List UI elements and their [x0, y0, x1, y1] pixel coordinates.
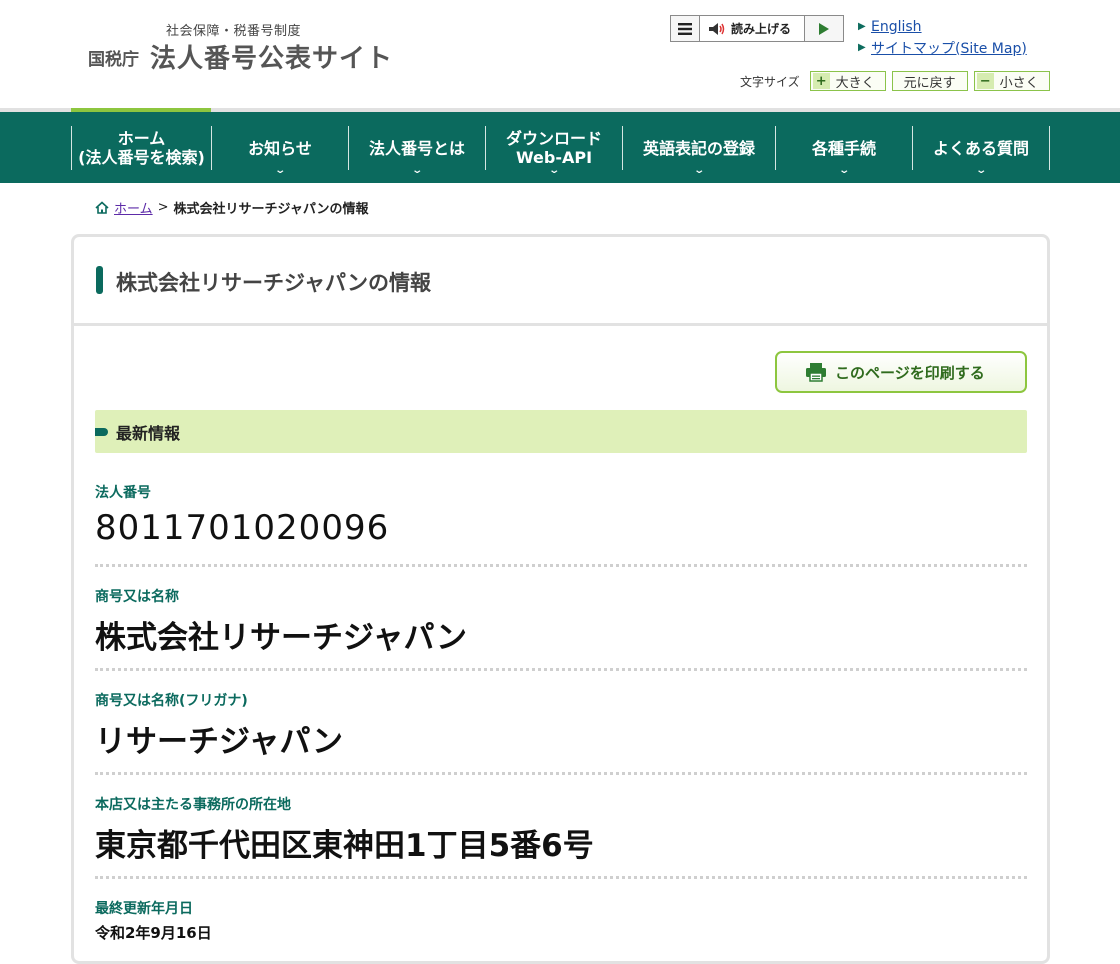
page-title: 株式会社リサーチジャパンの情報	[116, 271, 431, 295]
breadcrumb-separator: >	[157, 200, 169, 215]
updated-value: 令和2年9月16日	[95, 924, 212, 942]
plus-icon: +	[812, 73, 830, 89]
nav-item-home[interactable]: ホーム (法人番号を検索)	[72, 126, 211, 170]
play-icon	[819, 22, 829, 35]
chevron-right-icon: ▶	[858, 42, 866, 53]
field-corp-number: 法人番号 8011701020096	[95, 482, 1027, 548]
english-link-item: ▶ English	[858, 16, 1027, 37]
logo-subtitle: 社会保障・税番号制度	[166, 24, 302, 39]
print-label: このページを印刷する	[835, 363, 985, 382]
font-smaller-button[interactable]: − 小さく	[973, 71, 1050, 91]
hamburger-icon	[678, 22, 692, 35]
chevron-right-icon: ▶	[858, 21, 866, 32]
nav-label: 英語表記の登録	[642, 138, 755, 158]
nav-label: 法人番号とは	[368, 138, 465, 158]
section-heading-latest: 最新情報	[95, 410, 1027, 453]
section-marker	[95, 427, 108, 436]
nav-item-news[interactable]: お知らせ ⌄	[212, 126, 348, 177]
title-accent-bar	[96, 266, 103, 294]
field-address: 本店又は主たる事務所の所在地 東京都千代田区東神田1丁目5番6号	[95, 794, 1027, 865]
field-label: 商号又は名称(フリガナ)	[95, 693, 248, 709]
font-smaller-label: 小さく	[999, 75, 1039, 91]
site-header: 社会保障・税番号制度 国税庁 法人番号公表サイト 読み上げる ▶ English…	[0, 0, 1120, 108]
nav-label: ダウンロード Web-API	[505, 129, 602, 167]
reader-menu-button[interactable]	[671, 16, 700, 41]
corp-number-value: 8011701020096	[95, 508, 390, 548]
chevron-down-icon: ⌄	[838, 165, 850, 176]
text-reader-toolbar: 読み上げる	[670, 15, 844, 42]
nav-label: よくある質問	[932, 138, 1029, 158]
font-reset-button[interactable]: 元に戻す	[891, 71, 968, 91]
breadcrumb: ホーム > 株式会社リサーチジャパンの情報	[95, 198, 369, 217]
field-label: 商号又は名称	[95, 589, 179, 605]
breadcrumb-home-link[interactable]: ホーム	[114, 198, 153, 217]
logo-agency[interactable]: 国税庁	[88, 45, 139, 70]
dotted-divider	[95, 668, 1027, 671]
sitemap-link[interactable]: サイトマップ(Site Map)	[871, 38, 1027, 58]
chevron-down-icon: ⌄	[975, 165, 987, 176]
speaker-icon	[709, 22, 725, 35]
nav-label: ホーム (法人番号を検索)	[78, 129, 205, 167]
nav-item-download[interactable]: ダウンロード Web-API ⌄	[486, 126, 622, 176]
nav-label: 各種手続	[811, 138, 876, 158]
read-aloud-label: 読み上げる	[731, 22, 792, 36]
nav-label: お知らせ	[248, 138, 312, 158]
nav-item-english-registration[interactable]: 英語表記の登録 ⌄	[623, 126, 775, 177]
chevron-down-icon: ⌄	[548, 165, 560, 176]
address-value: 東京都千代田区東神田1丁目5番6号	[95, 828, 594, 864]
print-page-button[interactable]: このページを印刷する	[775, 351, 1027, 393]
sitemap-link-item: ▶ サイトマップ(Site Map)	[858, 37, 1027, 58]
read-aloud-button[interactable]: 読み上げる	[700, 16, 805, 41]
field-furigana: 商号又は名称(フリガナ) リサーチジャパン	[95, 690, 1027, 761]
top-links: ▶ English ▶ サイトマップ(Site Map)	[858, 16, 1027, 58]
font-larger-button[interactable]: + 大きく	[809, 71, 886, 91]
breadcrumb-current: 株式会社リサーチジャパンの情報	[173, 202, 369, 217]
site-logo[interactable]: 法人番号公表サイト	[150, 38, 393, 75]
printer-icon	[806, 363, 826, 382]
field-label: 最終更新年月日	[95, 901, 193, 917]
chevron-down-icon: ⌄	[411, 165, 423, 176]
font-size-controls: 文字サイズ + 大きく 元に戻す − 小さく	[740, 71, 1056, 91]
font-reset-label: 元に戻す	[903, 75, 956, 91]
english-link[interactable]: English	[871, 19, 922, 35]
nav-item-about[interactable]: 法人番号とは ⌄	[349, 126, 485, 177]
chevron-down-icon: ⌄	[693, 165, 705, 176]
nav-separator	[1049, 126, 1050, 170]
nav-item-procedures[interactable]: 各種手続 ⌄	[776, 126, 912, 177]
furigana-value: リサーチジャパン	[95, 724, 343, 760]
global-nav: ホーム (法人番号を検索) お知らせ ⌄ 法人番号とは ⌄ ダウンロード Web…	[0, 112, 1120, 183]
home-icon	[95, 201, 109, 214]
dotted-divider	[95, 564, 1027, 567]
font-larger-label: 大きく	[835, 75, 875, 91]
play-button[interactable]	[805, 16, 843, 41]
section-title: 最新情報	[116, 423, 181, 443]
nav-item-faq[interactable]: よくある質問 ⌄	[913, 126, 1049, 177]
dotted-divider	[95, 772, 1027, 775]
field-label: 本店又は主たる事務所の所在地	[95, 797, 291, 813]
dotted-divider	[95, 876, 1027, 879]
name-value: 株式会社リサーチジャパン	[95, 620, 467, 656]
field-name: 商号又は名称 株式会社リサーチジャパン	[95, 586, 1027, 657]
font-size-label: 文字サイズ	[740, 74, 800, 89]
minus-icon: −	[976, 73, 994, 89]
field-updated: 最終更新年月日 令和2年9月16日	[95, 898, 1027, 943]
page-title-area: 株式会社リサーチジャパンの情報	[74, 237, 1047, 326]
chevron-down-icon: ⌄	[274, 165, 286, 176]
field-label: 法人番号	[95, 485, 151, 501]
corporation-info-panel: 株式会社リサーチジャパンの情報 このページを印刷する 最新情報 法人番号 801…	[71, 234, 1050, 964]
